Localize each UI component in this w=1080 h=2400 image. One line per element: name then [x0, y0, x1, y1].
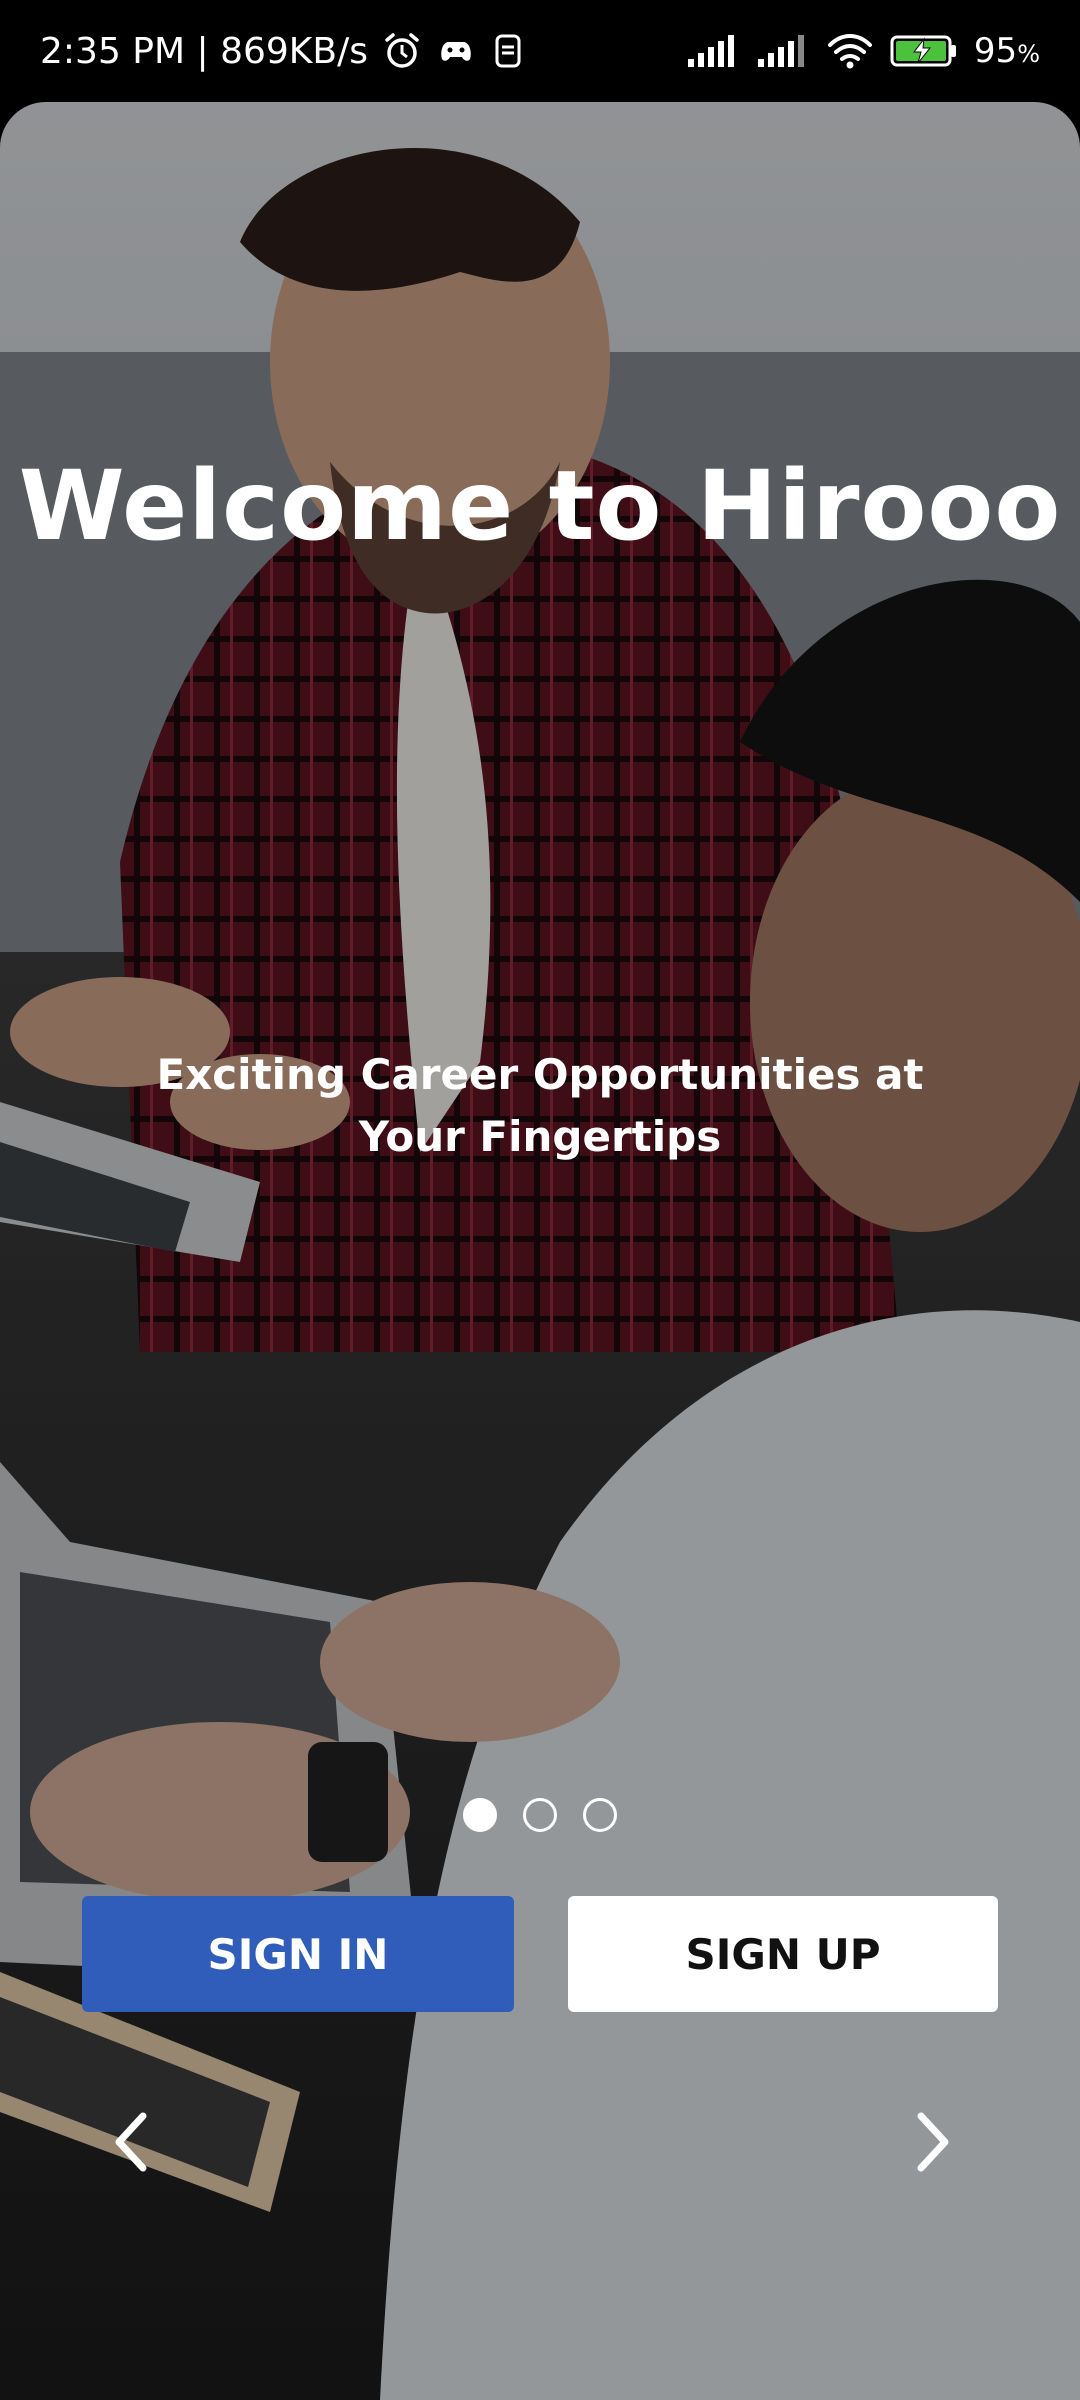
dark-overlay: [0, 102, 1080, 2400]
welcome-title: Welcome to Hirooo: [18, 450, 1062, 562]
status-bar: 2:35 PM | 869KB/s 95%: [0, 0, 1080, 102]
next-slide-button[interactable]: [892, 2102, 972, 2182]
carousel-dot-1[interactable]: [463, 1798, 497, 1832]
carousel-dot-2[interactable]: [523, 1798, 557, 1832]
sign-in-button[interactable]: SIGN IN: [82, 1896, 514, 2012]
battery-level: 95%: [973, 31, 1040, 71]
carousel-indicator: [0, 1798, 1080, 1832]
welcome-screen: Welcome to Hirooo Exciting Career Opport…: [0, 102, 1080, 2400]
status-time-speed: 2:35 PM | 869KB/s: [40, 30, 368, 72]
chevron-left-icon: [115, 2112, 147, 2172]
welcome-subtitle: Exciting Career Opportunities at Your Fi…: [156, 1050, 924, 1161]
sim-icon: [490, 31, 526, 71]
signal-icon: [756, 33, 810, 69]
wifi-icon: [826, 31, 874, 71]
carousel-dot-3[interactable]: [583, 1798, 617, 1832]
signal-icon: [686, 33, 740, 69]
alarm-icon: [382, 31, 422, 71]
chevron-right-icon: [917, 2112, 949, 2172]
game-controller-icon: [436, 31, 476, 71]
sign-up-button[interactable]: SIGN UP: [568, 1896, 998, 2012]
previous-slide-button[interactable]: [92, 2102, 172, 2182]
battery-charging-icon: [890, 33, 958, 69]
